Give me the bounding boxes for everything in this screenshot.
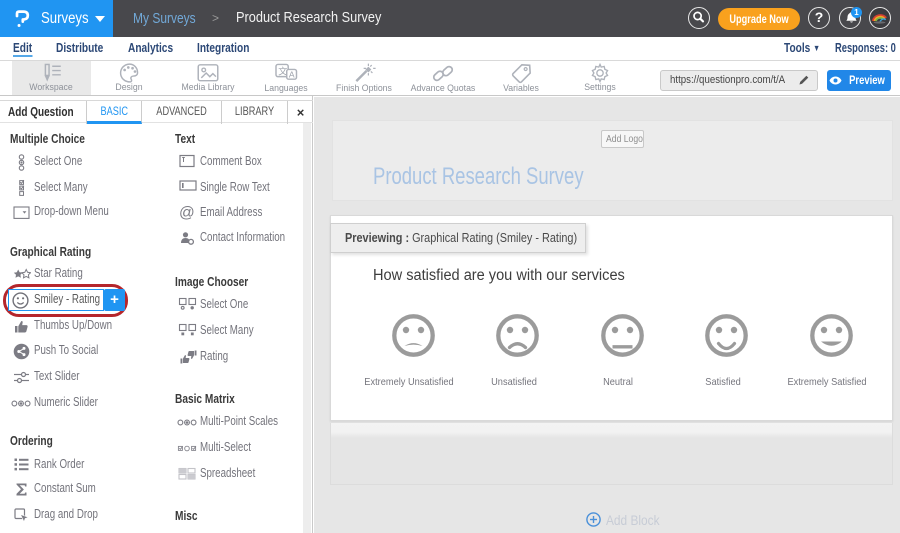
- svg-text:@: @: [179, 205, 195, 222]
- svg-text:文: 文: [278, 65, 287, 76]
- svg-text:A: A: [289, 69, 295, 79]
